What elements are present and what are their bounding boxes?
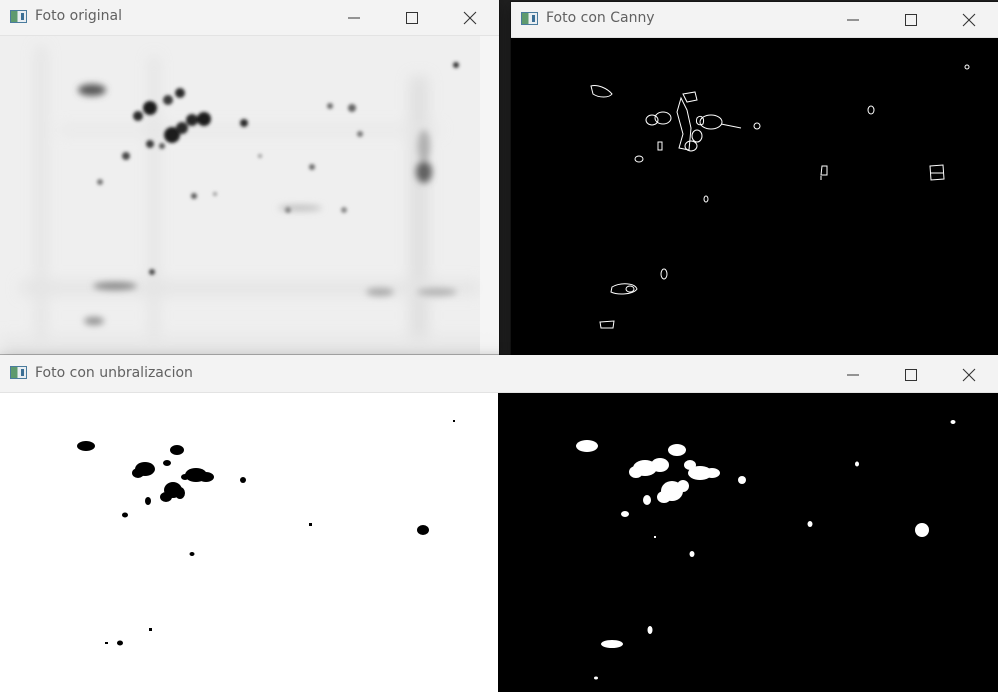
canny-image xyxy=(511,38,998,362)
titlebar[interactable]: Foto con unbralizacion xyxy=(0,355,998,393)
opencv-window-icon xyxy=(521,12,538,25)
threshold-images xyxy=(0,393,998,692)
window-title: Foto con unbralizacion xyxy=(35,365,193,381)
inverted-binary-image xyxy=(498,393,998,692)
titlebar[interactable]: Foto con Canny xyxy=(511,2,998,38)
window-canny[interactable]: Foto con Canny xyxy=(511,2,998,362)
maximize-button[interactable] xyxy=(882,2,940,38)
canny-edges-canvas xyxy=(511,38,998,362)
maximize-icon xyxy=(406,12,418,24)
maximize-button[interactable] xyxy=(882,357,940,393)
close-icon xyxy=(962,13,976,27)
window-title: Foto con Canny xyxy=(546,10,655,26)
desktop: Foto con Canny Foto original Foto con un… xyxy=(0,0,998,692)
close-button[interactable] xyxy=(441,0,499,36)
minimize-icon xyxy=(348,17,360,19)
minimize-icon xyxy=(847,19,859,21)
titlebar[interactable]: Foto original xyxy=(0,0,499,36)
window-threshold[interactable]: Foto con unbralizacion xyxy=(0,355,998,692)
maximize-icon xyxy=(905,14,917,26)
binary-image xyxy=(0,393,498,692)
minimize-icon xyxy=(847,374,859,376)
opencv-window-icon xyxy=(10,10,27,23)
close-button[interactable] xyxy=(940,357,998,393)
opencv-window-icon xyxy=(10,366,27,379)
minimize-button[interactable] xyxy=(325,0,383,36)
minimize-button[interactable] xyxy=(824,2,882,38)
window-original[interactable]: Foto original xyxy=(0,0,499,358)
original-gel-image xyxy=(0,36,499,358)
window-title: Foto original xyxy=(35,8,122,24)
maximize-button[interactable] xyxy=(383,0,441,36)
close-icon xyxy=(463,11,477,25)
maximize-icon xyxy=(905,369,917,381)
close-button[interactable] xyxy=(940,2,998,38)
close-icon xyxy=(962,368,976,382)
gel-photo xyxy=(0,36,499,358)
threshold-canvas xyxy=(0,393,998,692)
minimize-button[interactable] xyxy=(824,357,882,393)
